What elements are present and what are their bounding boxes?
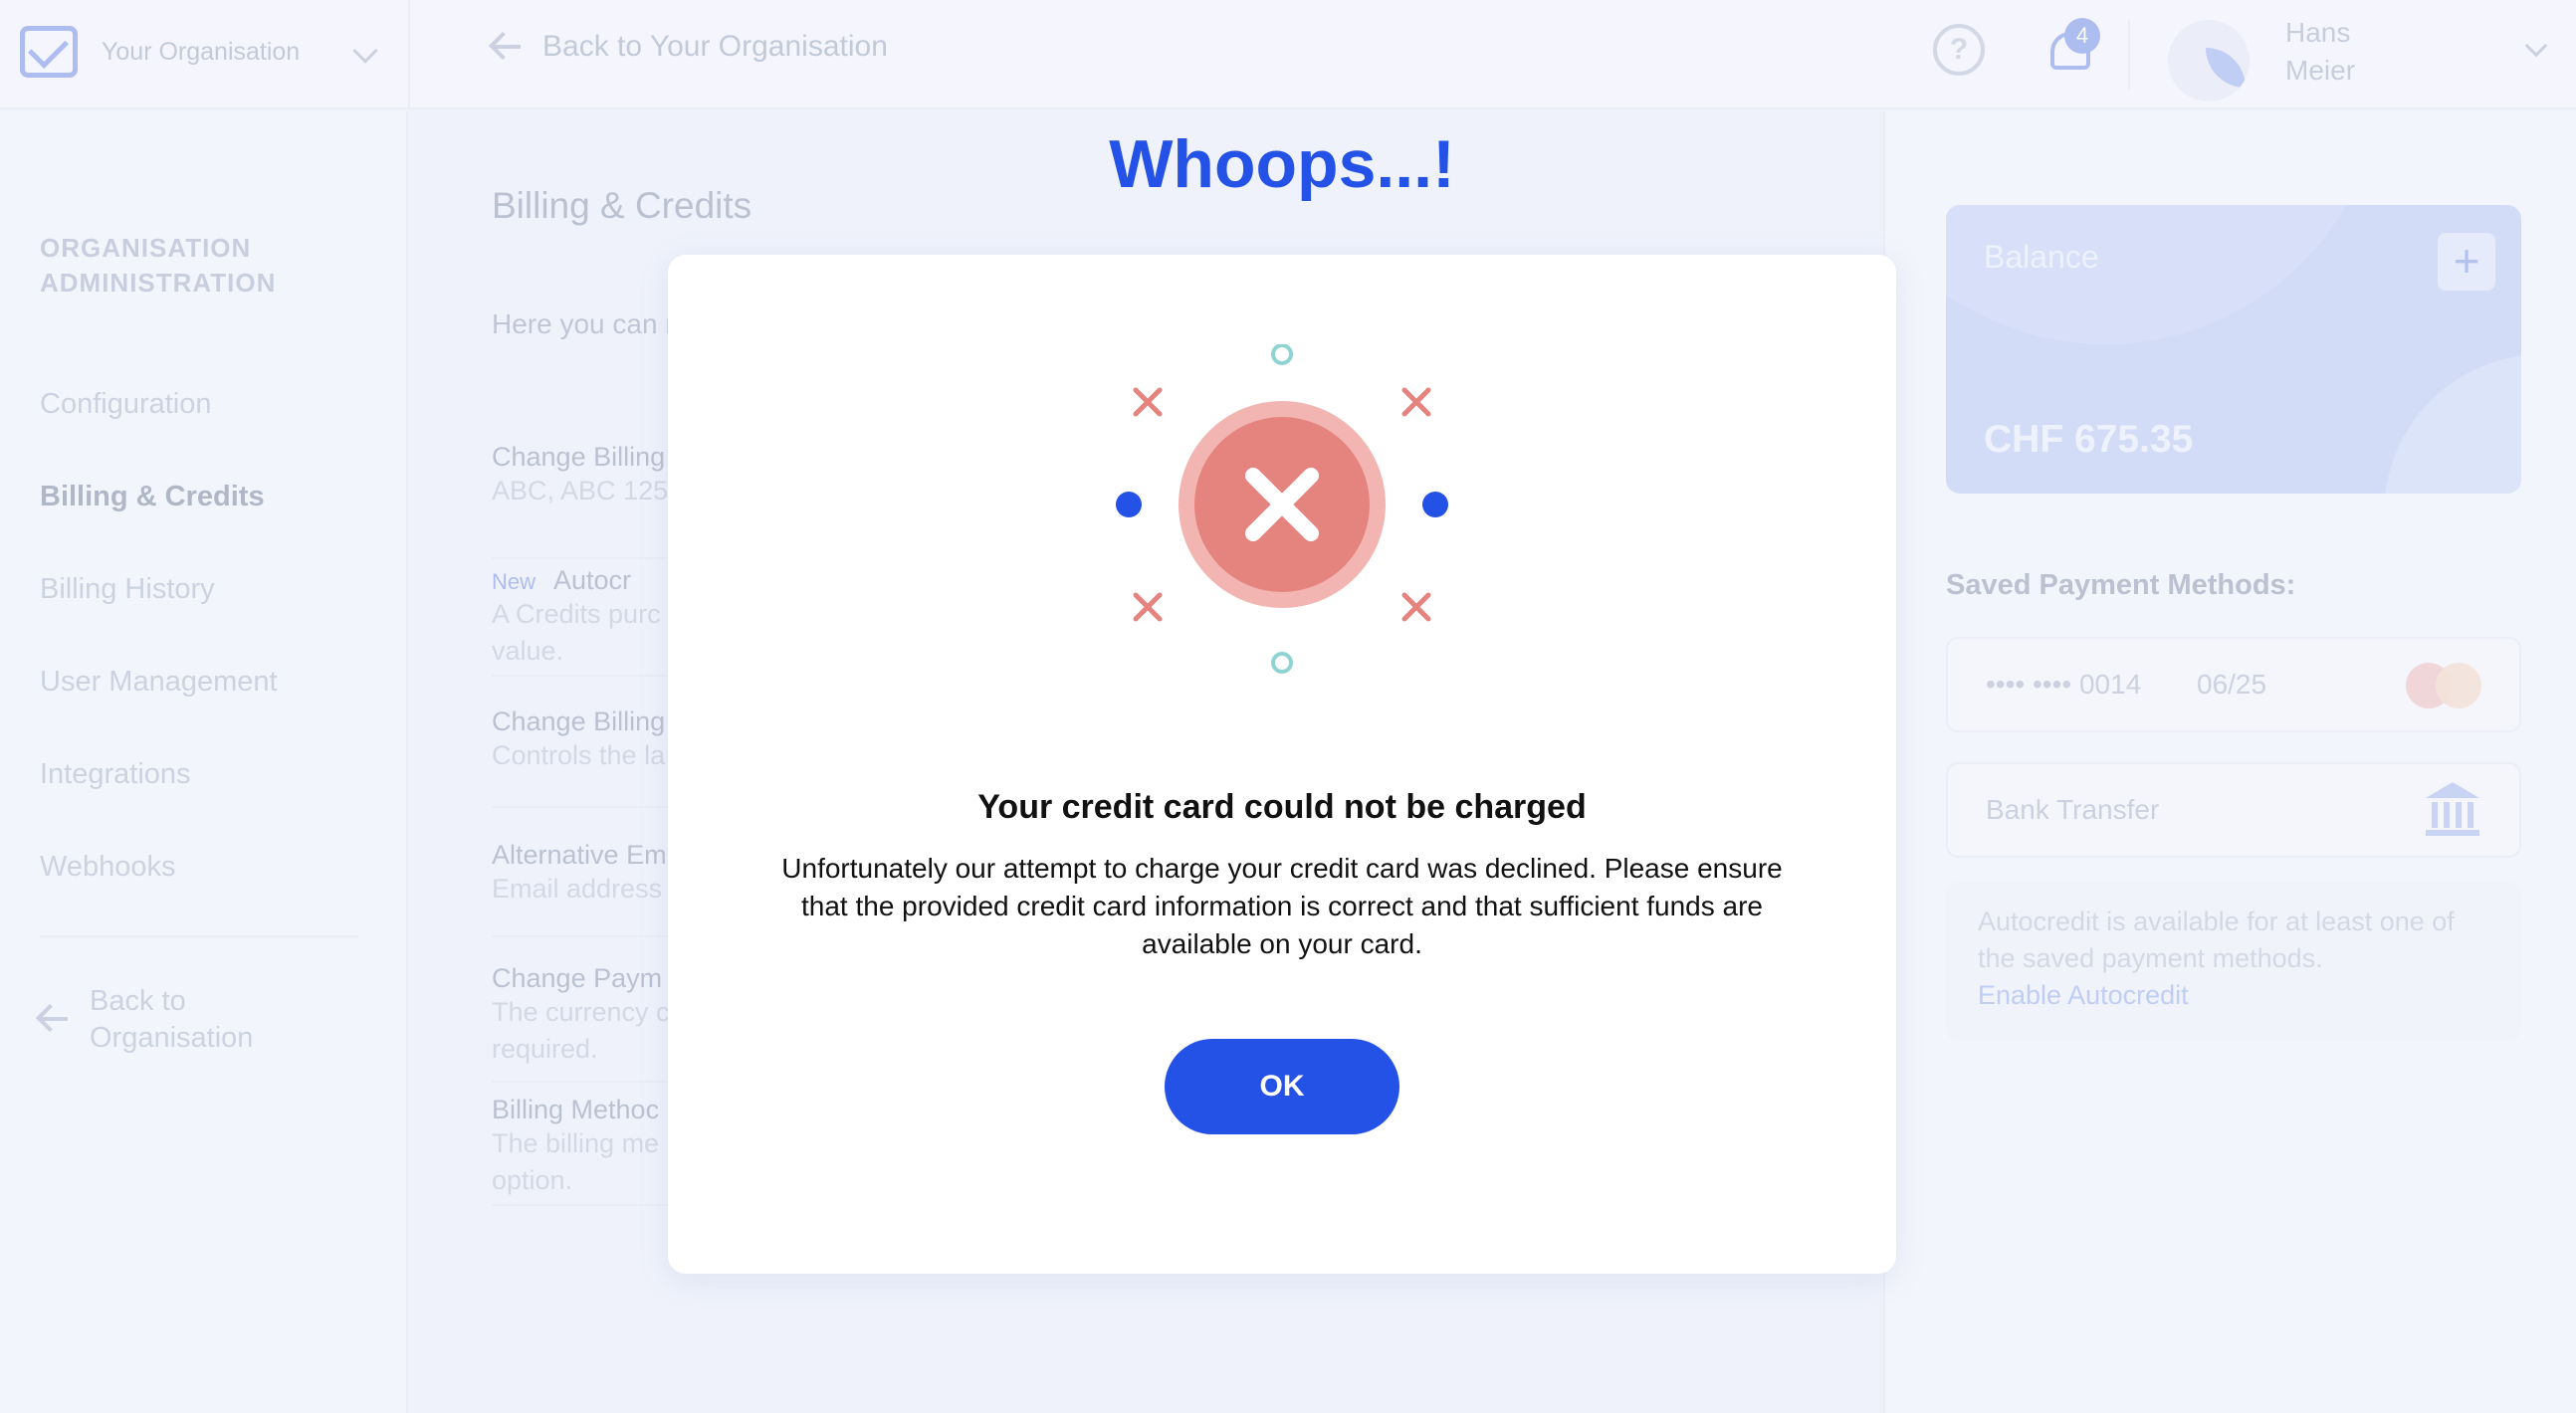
balance-label: Balance bbox=[1984, 239, 2099, 275]
modal-heading: Whoops...! bbox=[1109, 126, 1455, 202]
error-x-icon bbox=[1116, 344, 1448, 674]
dialog-title: Your credit card could not be charged bbox=[977, 788, 1587, 826]
add-credits-button[interactable]: + bbox=[2438, 233, 2495, 291]
error-dialog: Your credit card could not be charged Un… bbox=[668, 255, 1896, 1274]
decor-dot-blue bbox=[1116, 492, 1142, 517]
balance-value: CHF 675.35 bbox=[1984, 418, 2194, 461]
dialog-message: Unfortunately our attempt to charge your… bbox=[781, 853, 1783, 959]
decor-dot-teal bbox=[1271, 344, 1293, 365]
app-root: Your Organisation Back to Your Organisat… bbox=[0, 0, 2576, 1413]
ok-button[interactable]: OK bbox=[1165, 1039, 1399, 1134]
decor-dot-teal bbox=[1271, 652, 1293, 674]
decor-dot-blue bbox=[1422, 492, 1448, 517]
